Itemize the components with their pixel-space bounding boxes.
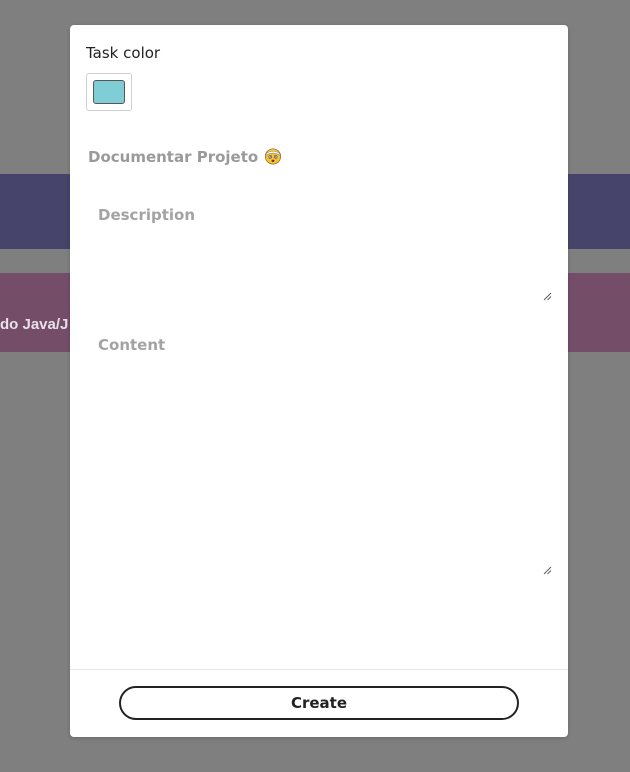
task-color-label: Task color bbox=[86, 44, 161, 62]
resize-handle-icon[interactable] bbox=[542, 565, 552, 575]
description-textarea[interactable]: Description bbox=[86, 197, 552, 301]
task-color-picker[interactable] bbox=[86, 73, 132, 111]
description-placeholder: Description bbox=[98, 206, 196, 224]
footer-divider bbox=[70, 669, 568, 670]
content-textarea[interactable]: Content bbox=[86, 327, 552, 575]
background-task-card-title: do Java/J bbox=[0, 316, 69, 333]
create-button[interactable]: Create bbox=[119, 686, 519, 720]
create-task-modal: Task color Documentar Projeto Descriptio… bbox=[70, 25, 568, 737]
face-with-head-bandage-icon bbox=[265, 148, 282, 165]
task-title-input[interactable]: Documentar Projeto bbox=[86, 141, 552, 173]
task-title-text: Documentar Projeto bbox=[88, 148, 259, 166]
content-placeholder: Content bbox=[98, 336, 166, 354]
resize-handle-icon[interactable] bbox=[542, 291, 552, 301]
task-color-swatch[interactable] bbox=[93, 80, 125, 104]
